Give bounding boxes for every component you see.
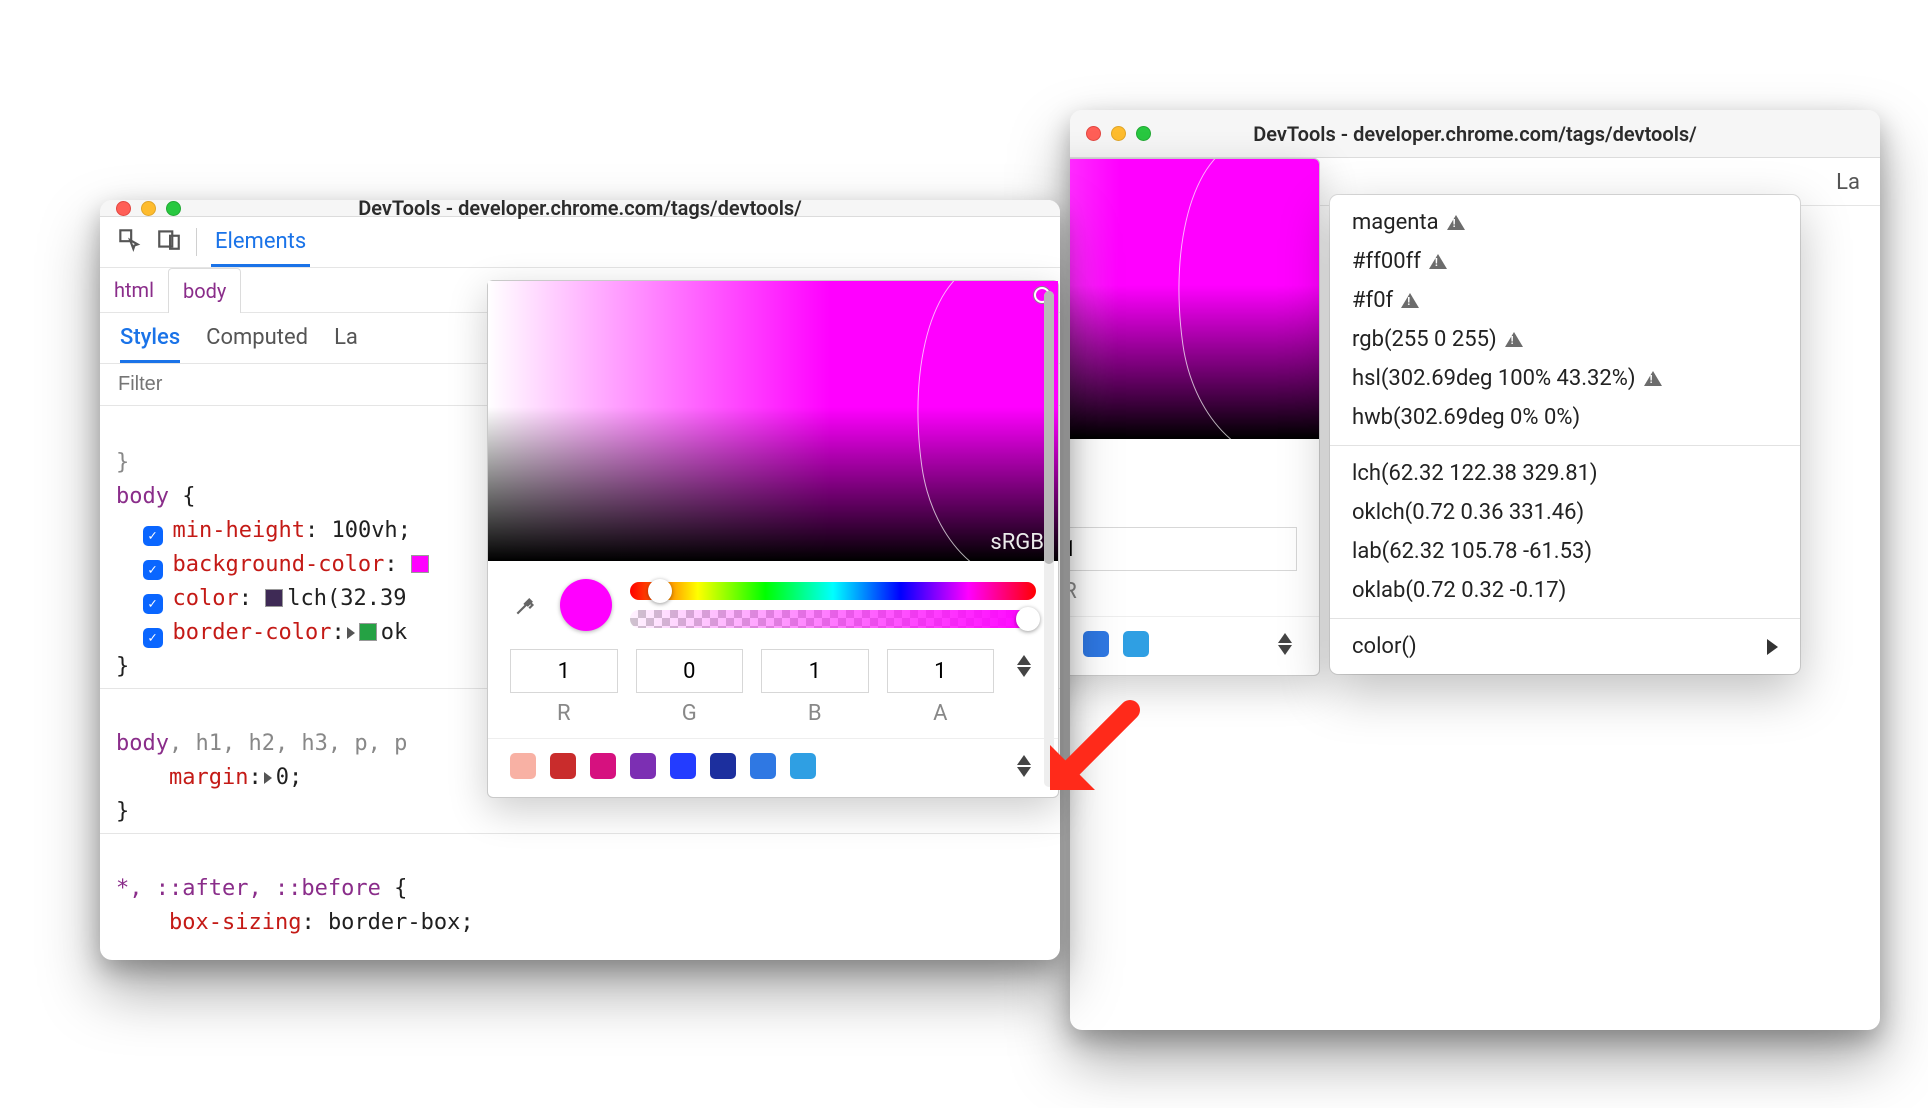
inspect-element-icon[interactable] [116, 226, 142, 258]
chevron-right-icon [1767, 639, 1778, 655]
minimize-window-button[interactable] [1111, 126, 1126, 141]
subtab-styles[interactable]: Styles [120, 313, 180, 363]
chevron-down-icon [1017, 667, 1031, 677]
menu-item[interactable]: lab(62.32 105.78 -61.53) [1330, 532, 1800, 571]
a-input[interactable] [887, 649, 995, 693]
property-toggle-checkbox[interactable]: ✓ [143, 628, 163, 648]
slider-thumb[interactable] [1016, 607, 1040, 631]
palette-swatch[interactable] [710, 753, 736, 779]
color-swatch-icon[interactable] [411, 555, 429, 573]
warning-icon [1429, 254, 1447, 269]
color-format-menu[interactable]: magenta#ff00ff#f0frgb(255 0 255)hsl(302.… [1330, 195, 1800, 674]
hue-slider[interactable] [630, 582, 1036, 600]
menu-item[interactable]: hwb(302.69deg 0% 0%) [1330, 398, 1800, 437]
selector: body [116, 484, 169, 509]
r-input[interactable] [1070, 527, 1297, 571]
color-swatch-icon[interactable] [359, 623, 377, 641]
color-picker[interactable]: R [1070, 158, 1320, 676]
palette-swatch[interactable] [590, 753, 616, 779]
palette-swatch[interactable] [750, 753, 776, 779]
color-spectrum[interactable]: sRGB [488, 281, 1058, 561]
subtab-layout[interactable]: La [1836, 158, 1860, 205]
traffic-lights [1086, 126, 1151, 141]
palette-swatch[interactable] [670, 753, 696, 779]
a-label: A [887, 701, 995, 726]
alpha-slider[interactable] [630, 610, 1036, 628]
expand-triangle-icon[interactable] [347, 627, 355, 639]
main-toolbar: Elements [100, 217, 1060, 268]
b-label: B [761, 701, 869, 726]
gamut-label: sRGB [990, 530, 1044, 555]
menu-item[interactable]: hsl(302.69deg 100% 43.32%) [1330, 359, 1800, 398]
annotation-arrow-icon [1040, 700, 1140, 800]
palette-swatches [488, 738, 1058, 797]
palette-toggle[interactable] [1273, 633, 1297, 655]
warning-icon [1447, 215, 1465, 230]
menu-item[interactable]: lch(62.32 122.38 329.81) [1330, 454, 1800, 493]
color-spectrum[interactable] [1070, 159, 1319, 439]
g-input[interactable] [636, 649, 744, 693]
warning-icon [1505, 332, 1523, 347]
palette-toggle[interactable] [1012, 755, 1036, 777]
format-cycle-button[interactable] [1012, 649, 1036, 677]
titlebar: DevTools - developer.chrome.com/tags/dev… [1070, 110, 1880, 158]
expand-triangle-icon[interactable] [264, 772, 272, 784]
palette-swatch[interactable] [550, 753, 576, 779]
close-window-button[interactable] [116, 201, 131, 216]
slider-thumb[interactable] [648, 579, 672, 603]
selector: body [116, 731, 169, 756]
palette-swatch[interactable] [1083, 631, 1109, 657]
selector: *, ::after, ::before [116, 876, 381, 901]
breadcrumb-item[interactable]: html [100, 268, 168, 312]
warning-icon [1401, 293, 1419, 308]
palette-swatch[interactable] [790, 753, 816, 779]
r-label: R [1070, 579, 1297, 604]
warning-icon [1644, 371, 1662, 386]
menu-item[interactable]: oklch(0.72 0.36 331.46) [1330, 493, 1800, 532]
window-title: DevTools - developer.chrome.com/tags/dev… [1070, 122, 1880, 146]
b-input[interactable] [761, 649, 869, 693]
titlebar: DevTools - developer.chrome.com/tags/dev… [100, 200, 1060, 217]
eyedropper-icon [513, 592, 539, 618]
menu-item[interactable]: #f0f [1330, 281, 1800, 320]
palette-swatch[interactable] [1123, 631, 1149, 657]
color-swatch-icon[interactable] [265, 589, 283, 607]
palette-swatch[interactable] [630, 753, 656, 779]
g-label: G [636, 701, 744, 726]
maximize-window-button[interactable] [1136, 126, 1151, 141]
r-input[interactable] [510, 649, 618, 693]
chevron-up-icon [1017, 655, 1031, 665]
menu-item[interactable]: rgb(255 0 255) [1330, 320, 1800, 359]
color-picker[interactable]: sRGB R G B A [487, 280, 1059, 798]
subtab-layout[interactable]: La [334, 313, 358, 363]
maximize-window-button[interactable] [166, 201, 181, 216]
menu-item-color-fn[interactable]: color() [1330, 627, 1800, 666]
menu-item[interactable]: #ff00ff [1330, 242, 1800, 281]
palette-swatch[interactable] [510, 753, 536, 779]
value-r: R [1070, 527, 1297, 604]
property-toggle-checkbox[interactable]: ✓ [143, 526, 163, 546]
property-toggle-checkbox[interactable]: ✓ [143, 560, 163, 580]
r-label: R [510, 701, 618, 726]
tab-elements[interactable]: Elements [211, 217, 310, 267]
close-window-button[interactable] [1086, 126, 1101, 141]
subtab-computed[interactable]: Computed [206, 313, 308, 363]
traffic-lights [116, 201, 181, 216]
menu-item[interactable]: magenta [1330, 203, 1800, 242]
selected-color-swatch [560, 579, 612, 631]
device-toolbar-icon[interactable] [156, 226, 182, 258]
eyedropper-button[interactable] [510, 589, 542, 621]
minimize-window-button[interactable] [141, 201, 156, 216]
property-toggle-checkbox[interactable]: ✓ [143, 594, 163, 614]
menu-item[interactable]: oklab(0.72 0.32 -0.17) [1330, 571, 1800, 610]
palette-swatches [1070, 616, 1319, 675]
breadcrumb-item[interactable]: body [168, 268, 241, 313]
